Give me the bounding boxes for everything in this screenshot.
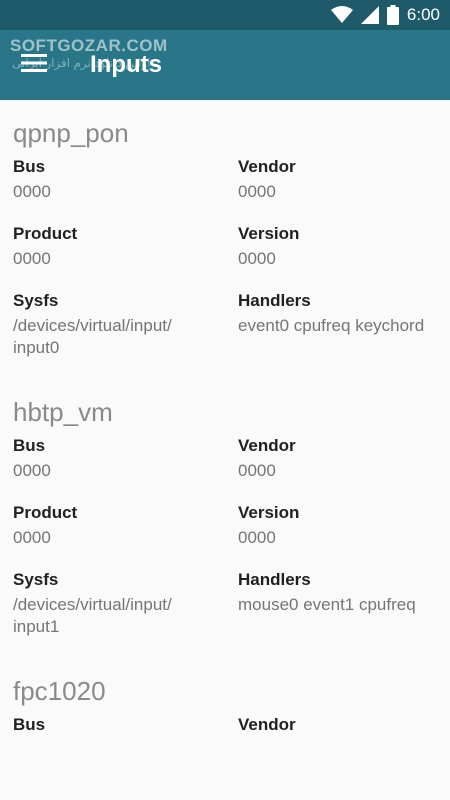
- device-properties: Bus 0000 Vendor 0000 Product 0000 Version 0000 S…: [0, 435, 450, 658]
- property-vendor: Vendor: [225, 714, 450, 739]
- property-bus: Bus 0000: [0, 156, 225, 203]
- property-label: Bus: [13, 157, 46, 176]
- property-vendor: Vendor 0000: [225, 435, 450, 482]
- property-label: Bus: [13, 715, 46, 734]
- property-label: Product: [13, 224, 78, 243]
- cellular-signal-icon: [360, 6, 379, 24]
- property-version: Version 0000: [225, 502, 450, 549]
- status-time: 6:00: [406, 5, 440, 24]
- device-name: fpc1020: [13, 676, 106, 706]
- menu-button[interactable]: [14, 47, 54, 83]
- property-label: Sysfs: [13, 291, 59, 310]
- property-vendor: Vendor 0000: [225, 156, 450, 203]
- device-properties: Bus 0000 Vendor 0000 Product 0000 Version 0000 S…: [0, 156, 450, 379]
- device-section: hbtp_vm Bus 0000 Vendor 0000 Product 0000 Versi…: [0, 397, 450, 658]
- property-label: Vendor: [238, 436, 296, 455]
- property-value: 0000: [238, 461, 276, 480]
- property-handlers: Handlers event0 cpufreq keychord: [225, 290, 450, 359]
- device-name: qpnp_pon: [13, 118, 129, 148]
- hamburger-menu-icon: [21, 53, 47, 78]
- property-label: Handlers: [238, 570, 311, 589]
- page-title: Inputs: [90, 51, 162, 78]
- property-value: event0 cpufreq keychord: [238, 316, 425, 335]
- property-label: Version: [238, 224, 300, 243]
- property-value: 0000: [238, 528, 276, 547]
- property-value: 0000: [238, 249, 276, 268]
- property-value: /devices/virtual/input/input0: [13, 316, 172, 357]
- wifi-icon: [330, 6, 353, 24]
- property-value: mouse0 event1 cpufreq: [238, 595, 416, 614]
- property-label: Vendor: [238, 157, 296, 176]
- device-list[interactable]: qpnp_pon Bus 0000 Vendor 0000 Product 0000 Vers…: [0, 100, 450, 800]
- property-label: Vendor: [238, 715, 296, 734]
- property-value: 0000: [13, 461, 51, 480]
- property-value: 0000: [13, 528, 51, 547]
- device-section: qpnp_pon Bus 0000 Vendor 0000 Product 0000 Vers…: [0, 118, 450, 379]
- property-label: Bus: [13, 436, 46, 455]
- app-bar: SOFTGOZAR.COM اولین دانلود نرم افزار ایر…: [0, 30, 450, 100]
- property-sysfs: Sysfs/devices/virtual/input/input1: [0, 569, 225, 638]
- device-sections: qpnp_pon Bus 0000 Vendor 0000 Product 0000 Vers…: [0, 118, 450, 759]
- status-bar: 6:00: [0, 0, 450, 30]
- property-label: Sysfs: [13, 570, 59, 589]
- device-section: fpc1020 Bus Vendor: [0, 676, 450, 759]
- property-label: Product: [13, 503, 78, 522]
- device-name: hbtp_vm: [13, 397, 113, 427]
- property-value: /devices/virtual/input/input1: [13, 595, 172, 636]
- property-bus: Bus: [0, 714, 225, 739]
- property-value: 0000: [13, 249, 51, 268]
- property-sysfs: Sysfs/devices/virtual/input/input0: [0, 290, 225, 359]
- battery-icon: [386, 5, 399, 25]
- property-version: Version 0000: [225, 223, 450, 270]
- property-bus: Bus 0000: [0, 435, 225, 482]
- property-value: 0000: [13, 182, 51, 201]
- property-label: Version: [238, 503, 300, 522]
- property-label: Handlers: [238, 291, 311, 310]
- property-product: Product 0000: [0, 502, 225, 549]
- property-product: Product 0000: [0, 223, 225, 270]
- property-handlers: Handlers mouse0 event1 cpufreq: [225, 569, 450, 638]
- device-properties: Bus Vendor: [0, 714, 450, 759]
- property-value: 0000: [238, 182, 276, 201]
